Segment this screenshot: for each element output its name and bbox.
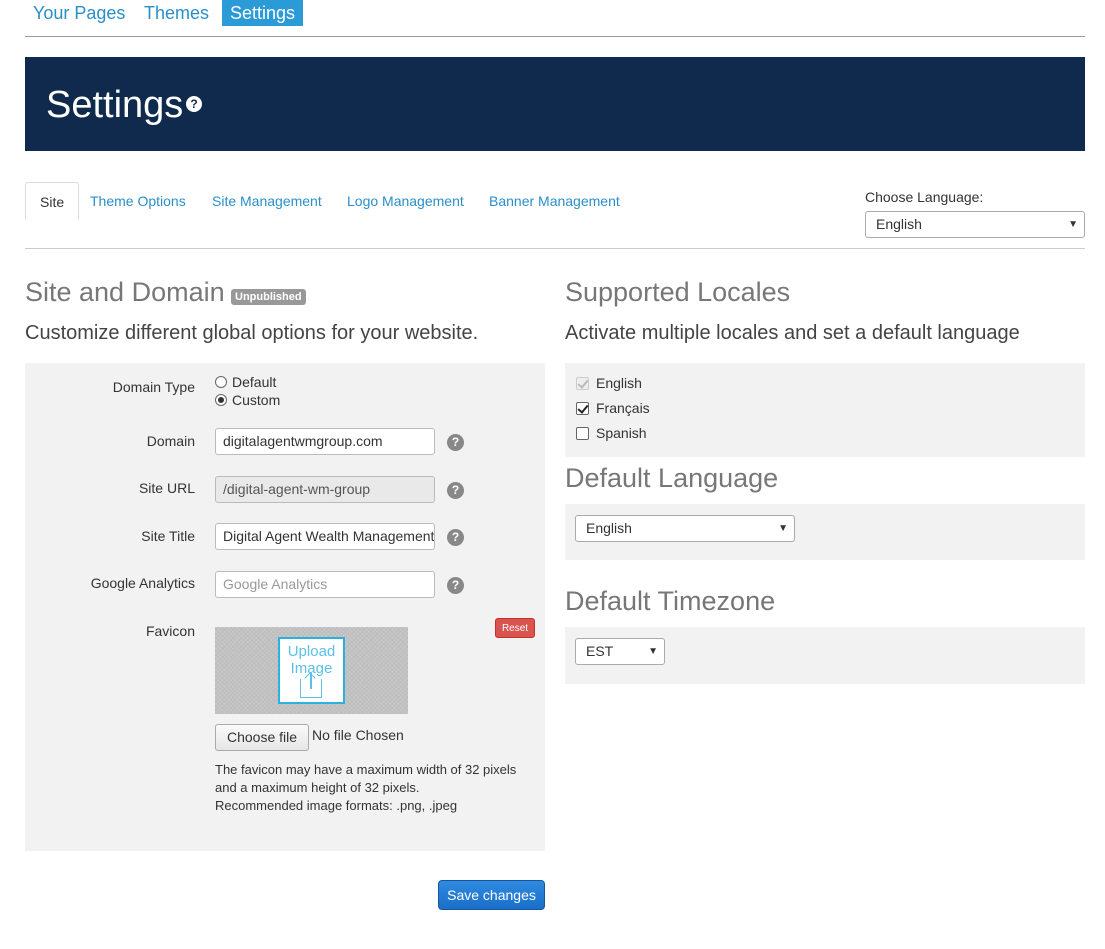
locale-francais-label: Français bbox=[596, 400, 650, 416]
save-changes-button[interactable]: Save changes bbox=[438, 880, 545, 910]
favicon-help-line-2: and a maximum height of 32 pixels. bbox=[215, 780, 420, 795]
radio-default-circle[interactable] bbox=[215, 376, 227, 388]
site-url-help-icon[interactable]: ? bbox=[447, 482, 464, 499]
google-analytics-label: Google Analytics bbox=[90, 575, 195, 591]
top-nav: Your Pages Themes Settings bbox=[25, 0, 1085, 37]
default-timezone-heading: Default Timezone bbox=[565, 586, 776, 616]
site-title-label: Site Title bbox=[141, 528, 195, 544]
default-language-heading: Default Language bbox=[565, 463, 779, 493]
google-analytics-help-icon[interactable]: ? bbox=[447, 577, 464, 594]
chevron-down-icon: ▼ bbox=[1068, 219, 1078, 230]
language-select-value: English bbox=[876, 216, 922, 232]
radio-default-label: Default bbox=[232, 374, 277, 390]
radio-custom[interactable]: Custom bbox=[215, 391, 280, 409]
help-icon[interactable]: ? bbox=[186, 96, 202, 112]
choose-file-button[interactable]: Choose file bbox=[215, 724, 309, 751]
radio-default[interactable]: Default bbox=[215, 373, 276, 391]
domain-label: Domain bbox=[146, 433, 195, 449]
domain-type-label: Domain Type bbox=[112, 379, 195, 395]
google-analytics-field[interactable]: Google Analytics bbox=[215, 571, 435, 598]
chevron-down-icon: ▼ bbox=[648, 646, 658, 657]
default-timezone-select[interactable]: EST ▼ bbox=[575, 638, 665, 665]
nav-themes[interactable]: Themes bbox=[136, 0, 217, 26]
favicon-label: Favicon bbox=[145, 623, 195, 639]
favicon-help-text: The favicon may have a maximum width of … bbox=[215, 761, 535, 815]
tab-site-management[interactable]: Site Management bbox=[198, 182, 336, 220]
site-title-help-icon[interactable]: ? bbox=[447, 529, 464, 546]
locale-spanish-checkbox[interactable] bbox=[576, 427, 589, 440]
nav-your-pages[interactable]: Your Pages bbox=[25, 0, 133, 26]
upload-arrow-icon bbox=[300, 673, 322, 698]
settings-tabs: Site Theme Options Site Management Logo … bbox=[25, 182, 1085, 249]
favicon-upload-area[interactable]: Upload Image bbox=[215, 627, 408, 714]
choose-language-label: Choose Language: bbox=[865, 189, 984, 205]
page-banner: Settings ? bbox=[25, 57, 1085, 151]
radio-custom-label: Custom bbox=[232, 392, 281, 408]
domain-field[interactable]: digitalagentwmgroup.com bbox=[215, 428, 435, 455]
page-title: Settings bbox=[46, 84, 184, 126]
favicon-help-line-3: Recommended image formats: .png, .jpeg bbox=[215, 798, 458, 813]
status-badge: Unpublished bbox=[231, 289, 306, 305]
upload-text-1: Upload bbox=[287, 643, 336, 660]
favicon-help-line-1: The favicon may have a maximum width of … bbox=[215, 762, 517, 777]
file-status: No file Chosen bbox=[312, 727, 404, 743]
site-domain-subheading: Customize different global options for y… bbox=[25, 322, 479, 344]
default-language-select[interactable]: English ▼ bbox=[575, 515, 795, 542]
reset-button[interactable]: Reset bbox=[495, 618, 535, 638]
locale-spanish-label: Spanish bbox=[596, 425, 647, 441]
language-select[interactable]: English ▼ bbox=[865, 211, 1085, 238]
site-title-field[interactable]: Digital Agent Wealth Management bbox=[215, 523, 435, 550]
default-language-value: English bbox=[586, 520, 632, 536]
locale-english-label: English bbox=[596, 375, 642, 391]
tab-banner-management[interactable]: Banner Management bbox=[475, 182, 634, 220]
locale-spanish[interactable]: Spanish bbox=[576, 424, 647, 442]
tab-logo-management[interactable]: Logo Management bbox=[333, 182, 478, 220]
radio-custom-circle[interactable] bbox=[215, 394, 227, 406]
locale-francais-checkbox[interactable] bbox=[576, 402, 589, 415]
tab-site[interactable]: Site bbox=[25, 182, 80, 220]
tab-theme-options[interactable]: Theme Options bbox=[76, 182, 200, 220]
upload-image-icon[interactable]: Upload Image bbox=[278, 637, 345, 704]
locale-english: English bbox=[576, 374, 642, 392]
site-url-label: Site URL bbox=[138, 480, 195, 496]
site-domain-heading: Site and Domain bbox=[25, 277, 225, 307]
supported-locales-subheading: Activate multiple locales and set a defa… bbox=[565, 322, 1020, 344]
site-url-field: /digital-agent-wm-group bbox=[215, 476, 435, 503]
locale-english-checkbox bbox=[576, 377, 589, 390]
supported-locales-heading: Supported Locales bbox=[565, 277, 791, 307]
locale-francais[interactable]: Français bbox=[576, 399, 650, 417]
nav-settings[interactable]: Settings bbox=[222, 0, 304, 26]
domain-help-icon[interactable]: ? bbox=[447, 434, 464, 451]
default-timezone-value: EST bbox=[586, 643, 614, 659]
chevron-down-icon: ▼ bbox=[778, 523, 788, 534]
